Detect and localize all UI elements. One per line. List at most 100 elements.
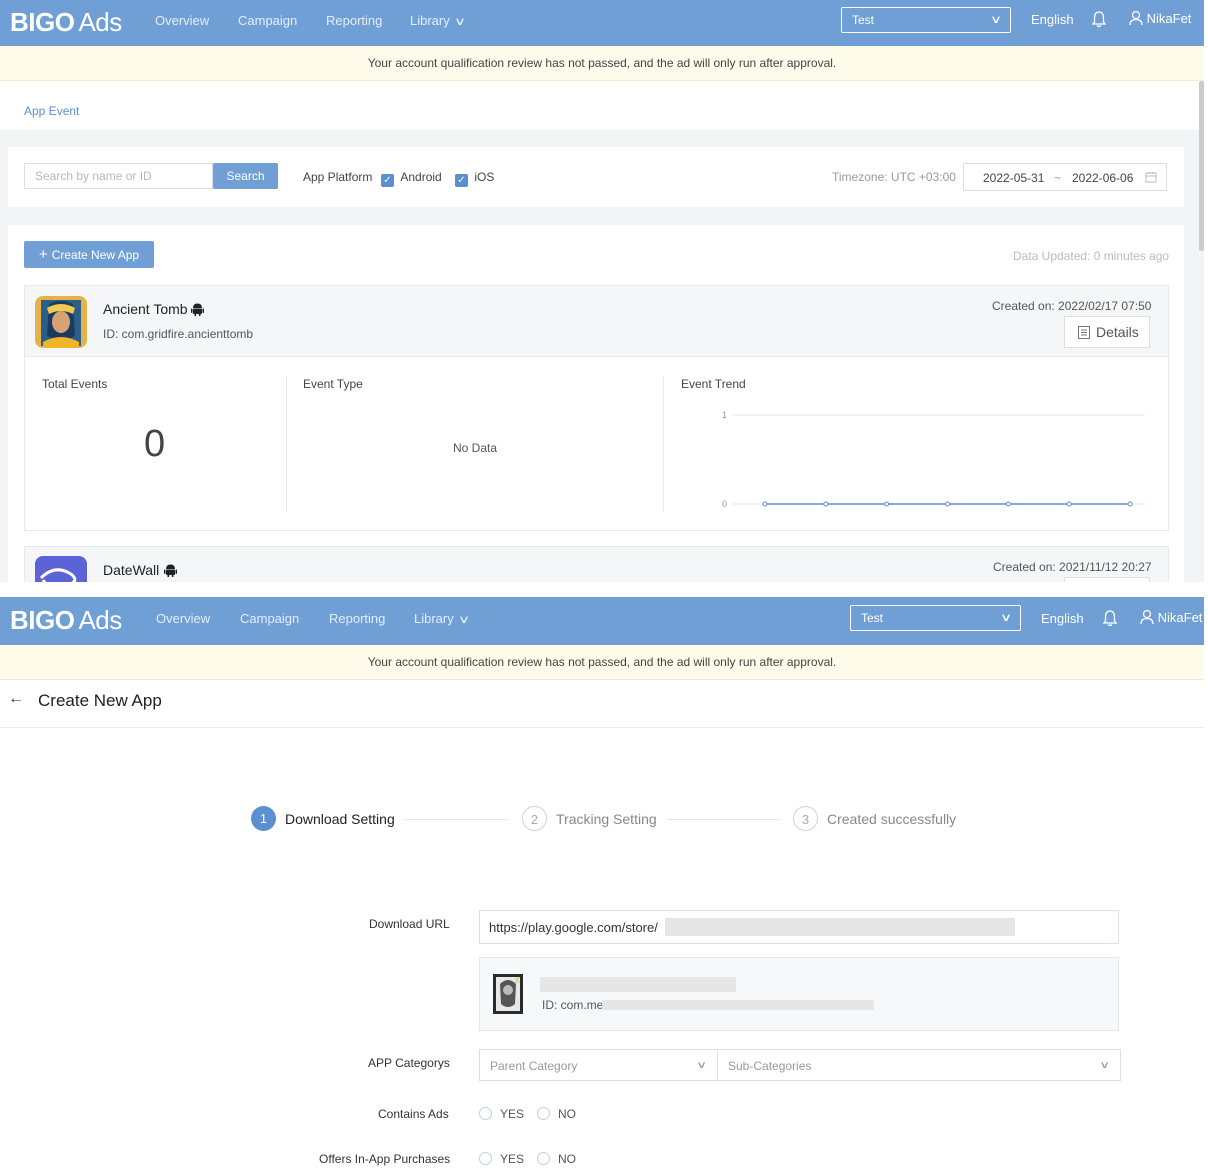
contains-ads-yes-radio[interactable]: YES bbox=[479, 1107, 524, 1121]
nav-reporting[interactable]: Reporting bbox=[326, 13, 382, 28]
arrow-left-icon[interactable]: ← bbox=[8, 690, 24, 708]
chevron-down-icon: ∨ bbox=[695, 1060, 707, 1071]
svg-text:K: K bbox=[515, 976, 521, 985]
calendar-icon bbox=[1145, 172, 1157, 183]
yes-label: YES bbox=[500, 1107, 525, 1121]
user-menu[interactable]: NikaFet bbox=[1140, 609, 1202, 625]
offers-iap-yes-radio[interactable]: YES bbox=[479, 1152, 524, 1166]
bigo-ads-logo[interactable]: BIGO Ads bbox=[10, 605, 122, 636]
trend-point[interactable] bbox=[884, 501, 890, 507]
date-separator: ~ bbox=[1054, 171, 1062, 185]
app-preview-card: K ID: com.me bbox=[479, 957, 1119, 1031]
details-button[interactable] bbox=[1064, 577, 1150, 582]
account-select-value: Test bbox=[861, 611, 884, 625]
created-on: Created on: 2022/02/17 07:50 bbox=[992, 299, 1152, 313]
ios-checkbox[interactable]: ✓ iOS bbox=[455, 170, 494, 187]
android-checkbox[interactable]: ✓ Android bbox=[381, 170, 442, 187]
event-trend-label: Event Trend bbox=[681, 377, 746, 391]
no-label: NO bbox=[558, 1107, 576, 1121]
chevron-down-icon: ∨ bbox=[457, 614, 470, 626]
scrollbar-thumb[interactable] bbox=[1199, 81, 1204, 251]
user-menu[interactable]: NikaFet bbox=[1129, 10, 1191, 26]
offers-iap-no-radio[interactable]: NO bbox=[537, 1152, 576, 1166]
sub-category-select[interactable]: Sub-Categories ∨ bbox=[717, 1049, 1121, 1081]
radio-circle bbox=[479, 1152, 492, 1165]
nav-library-label: Library bbox=[414, 611, 454, 626]
top-navigation-bar: BIGO Ads Overview Campaign Reporting Libr… bbox=[0, 0, 1204, 46]
account-select[interactable]: Test ∨ bbox=[841, 7, 1011, 33]
nav-campaign[interactable]: Campaign bbox=[240, 611, 299, 626]
search-button[interactable]: Search bbox=[213, 163, 278, 189]
download-url-value: https://play.google.com/store/ bbox=[489, 920, 658, 935]
contains-ads-no-radio[interactable]: NO bbox=[537, 1107, 576, 1121]
android-label: Android bbox=[400, 170, 442, 184]
app-preview-id: ID: com.me bbox=[542, 998, 604, 1012]
trend-point[interactable] bbox=[762, 501, 768, 507]
date-range-picker[interactable]: 2022-05-31 ~ 2022-06-06 bbox=[963, 163, 1167, 191]
language-switcher[interactable]: English bbox=[1041, 611, 1084, 626]
step-connector bbox=[667, 819, 779, 820]
android-icon bbox=[191, 303, 204, 316]
divider bbox=[663, 376, 664, 512]
nav-overview[interactable]: Overview bbox=[156, 611, 210, 626]
app-icon-datewall bbox=[35, 556, 87, 582]
radio-circle bbox=[537, 1107, 550, 1120]
nav-overview[interactable]: Overview bbox=[155, 13, 209, 28]
redacted-app-name bbox=[540, 977, 736, 992]
date-start: 2022-05-31 bbox=[983, 171, 1045, 185]
chevron-down-icon: ∨ bbox=[453, 16, 466, 28]
chevron-down-icon: ∨ bbox=[1098, 1060, 1110, 1071]
step-1-label: Download Setting bbox=[285, 811, 395, 827]
bell-icon[interactable] bbox=[1102, 609, 1118, 630]
trend-point[interactable] bbox=[945, 501, 950, 507]
offers-iap-label: Offers In-App Purchases bbox=[319, 1152, 451, 1166]
android-icon bbox=[164, 564, 177, 577]
create-new-app-label: Create New App bbox=[51, 248, 140, 262]
nav-library[interactable]: Library ∨ bbox=[414, 611, 470, 626]
total-events-label: Total Events bbox=[42, 377, 108, 391]
app-id: ID: com.gridfire.ancienttomb bbox=[103, 327, 254, 341]
check-icon: ✓ bbox=[381, 174, 394, 187]
parent-category-select[interactable]: Parent Category ∨ bbox=[479, 1049, 718, 1081]
nav-library[interactable]: Library ∨ bbox=[410, 13, 466, 28]
details-button[interactable]: Details bbox=[1064, 316, 1150, 348]
breadcrumb-app-event[interactable]: App Event bbox=[24, 104, 79, 118]
app-platform-label: App Platform bbox=[303, 170, 373, 184]
step-1-circle: 1 bbox=[251, 806, 276, 831]
redacted-block bbox=[602, 1000, 874, 1010]
trend-point[interactable] bbox=[1127, 501, 1133, 507]
app-card: DateWall Created on: 2021/11/12 20:27 bbox=[24, 546, 1169, 582]
parent-category-placeholder: Parent Category bbox=[490, 1059, 578, 1073]
yes-label: YES bbox=[500, 1152, 525, 1166]
trend-point[interactable] bbox=[1066, 501, 1072, 507]
download-url-input[interactable]: https://play.google.com/store/ bbox=[479, 910, 1119, 944]
contains-ads-label: Contains Ads bbox=[378, 1107, 449, 1121]
step-3-label: Created successfully bbox=[827, 811, 957, 827]
app-card: Ancient Tomb ID: com.gridfire.ancienttom… bbox=[24, 285, 1169, 531]
user-icon bbox=[1129, 10, 1143, 26]
language-switcher[interactable]: English bbox=[1031, 12, 1074, 27]
trend-point[interactable] bbox=[823, 501, 829, 507]
step-2-circle: 2 bbox=[522, 806, 547, 831]
bell-icon[interactable] bbox=[1091, 10, 1107, 31]
nav-reporting[interactable]: Reporting bbox=[329, 611, 385, 626]
created-on: Created on: 2021/11/12 20:27 bbox=[993, 560, 1152, 574]
total-events-value: 0 bbox=[144, 423, 166, 465]
user-name: NikaFet bbox=[1146, 11, 1192, 26]
details-label: Details bbox=[1096, 324, 1139, 340]
plus-icon: + bbox=[38, 246, 48, 263]
step-3-circle: 3 bbox=[793, 806, 818, 831]
divider bbox=[286, 376, 287, 512]
search-input[interactable]: Search by name or ID bbox=[24, 163, 213, 189]
trend-point[interactable] bbox=[1005, 501, 1011, 507]
account-select[interactable]: Test ∨ bbox=[850, 605, 1021, 631]
step-2-label: Tracking Setting bbox=[556, 811, 657, 827]
create-new-app-button[interactable]: + Create New App bbox=[24, 241, 154, 268]
app-card-header bbox=[25, 286, 1168, 357]
app-name: DateWall bbox=[103, 562, 160, 578]
chevron-down-icon: ∨ bbox=[999, 612, 1013, 624]
radio-circle bbox=[479, 1107, 492, 1120]
bigo-ads-logo[interactable]: BIGO Ads bbox=[10, 7, 122, 38]
nav-campaign[interactable]: Campaign bbox=[238, 13, 297, 28]
user-name: NikaFet bbox=[1157, 610, 1203, 625]
